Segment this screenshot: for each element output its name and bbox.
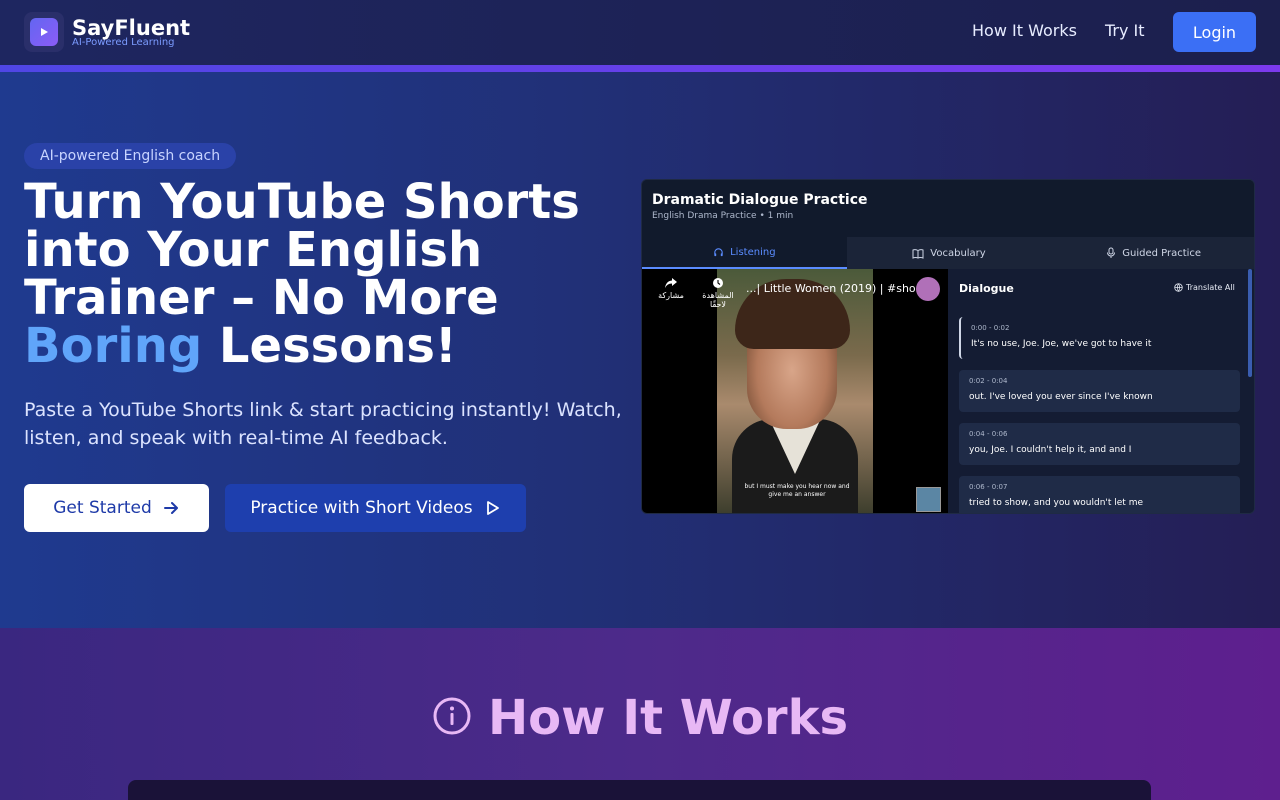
brand-tagline: AI-Powered Learning [72, 37, 175, 48]
video-share-label: مشاركة [658, 291, 684, 300]
preview-header: Dramatic Dialogue Practice English Drama… [642, 180, 1254, 237]
dialogue-line-time: 0:06 - 0:07 [969, 483, 1008, 491]
dialogue-line[interactable]: 0:06 - 0:07 tried to show, and you would… [959, 476, 1240, 513]
get-started-label: Get Started [53, 498, 152, 518]
dialogue-scrollbar[interactable] [1248, 269, 1252, 377]
video-player[interactable]: مشاركة المشاهدة لاحقًا ...| Little Women… [642, 269, 948, 513]
headphones-icon [714, 247, 723, 256]
tab-guided-practice-label: Guided Practice [1122, 247, 1202, 259]
hero-subtitle: Paste a YouTube Shorts link & start prac… [24, 399, 622, 449]
tab-listening[interactable]: Listening [642, 237, 847, 269]
nav-how-it-works[interactable]: How It Works [972, 21, 1077, 40]
play-icon [30, 18, 58, 46]
video-watch-later-button[interactable]: المشاهدة لاحقًا [696, 277, 740, 309]
dialogue-panel: Dialogue Translate All 0:00 - 0:02 It's … [948, 269, 1254, 513]
headline-highlight: Boring [24, 318, 203, 374]
tab-vocabulary[interactable]: Vocabulary [847, 237, 1052, 269]
nav-try-it[interactable]: Try It [1105, 21, 1145, 40]
dialogue-line[interactable]: 0:02 - 0:04 out. I've loved you ever sin… [959, 370, 1240, 412]
preview-title: Dramatic Dialogue Practice [652, 192, 868, 208]
channel-avatar[interactable] [916, 277, 940, 301]
dialogue-line-time: 0:04 - 0:06 [969, 430, 1008, 438]
how-it-works-title: How It Works [488, 690, 849, 746]
hero-badge: AI-powered English coach [24, 143, 237, 169]
translate-all-button[interactable]: Translate All [1174, 283, 1235, 292]
header-accent-bar [0, 65, 1280, 72]
top-header: SayFluent AI-Powered Learning How It Wor… [0, 0, 1280, 65]
microphone-icon [1107, 247, 1116, 258]
video-title[interactable]: ...| Little Women (2019) | #shorts [746, 282, 930, 295]
headline-part1: Turn YouTube Shorts into Your English Tr… [24, 174, 580, 326]
dialogue-line[interactable]: 0:04 - 0:06 you, Joe. I couldn't help it… [959, 423, 1240, 465]
dialogue-title: Dialogue [959, 282, 1014, 295]
preview-tabs: Listening Vocabulary Guided Practice [642, 237, 1254, 269]
dialogue-line[interactable]: 0:00 - 0:02 It's no use, Joe. Joe, we've… [959, 317, 1240, 359]
video-share-button[interactable]: مشاركة [656, 277, 686, 300]
tab-listening-label: Listening [730, 246, 776, 258]
hero-headline: Turn YouTube Shorts into Your English Tr… [24, 178, 624, 370]
practice-videos-label: Practice with Short Videos [250, 498, 473, 518]
book-icon [912, 248, 924, 259]
video-frame [717, 269, 873, 513]
how-it-works-card [128, 780, 1151, 800]
globe-icon [1174, 283, 1183, 292]
video-thumbnail[interactable] [916, 487, 941, 512]
headline-part2: Lessons! [202, 318, 457, 374]
share-icon [665, 278, 677, 288]
dialogue-line-text: you, Joe. I couldn't help it, and and I [969, 445, 1132, 455]
play-outline-icon [486, 501, 499, 515]
logo[interactable] [24, 12, 64, 52]
practice-videos-button[interactable]: Practice with Short Videos [225, 484, 526, 532]
tab-guided-practice[interactable]: Guided Practice [1051, 237, 1254, 269]
dialogue-line-time: 0:00 - 0:02 [971, 324, 1010, 332]
dialogue-line-text: tried to show, and you wouldn't let me [969, 498, 1143, 508]
translate-all-label: Translate All [1186, 283, 1235, 292]
login-button[interactable]: Login [1173, 12, 1256, 52]
video-caption: but I must make you hear now and give me… [744, 483, 850, 498]
preview-meta: English Drama Practice • 1 min [652, 211, 794, 221]
arrow-right-icon [163, 502, 178, 514]
dialogue-line-time: 0:02 - 0:04 [969, 377, 1008, 385]
dialogue-line-text: out. I've loved you ever since I've know… [969, 392, 1153, 402]
clock-icon [713, 278, 723, 288]
tab-vocabulary-label: Vocabulary [930, 247, 986, 259]
dialogue-line-text: It's no use, Joe. Joe, we've got to have… [971, 339, 1152, 349]
get-started-button[interactable]: Get Started [24, 484, 209, 532]
video-watch-later-label: المشاهدة لاحقًا [702, 291, 734, 309]
info-icon [433, 697, 471, 735]
practice-preview-card: Dramatic Dialogue Practice English Drama… [641, 179, 1255, 514]
